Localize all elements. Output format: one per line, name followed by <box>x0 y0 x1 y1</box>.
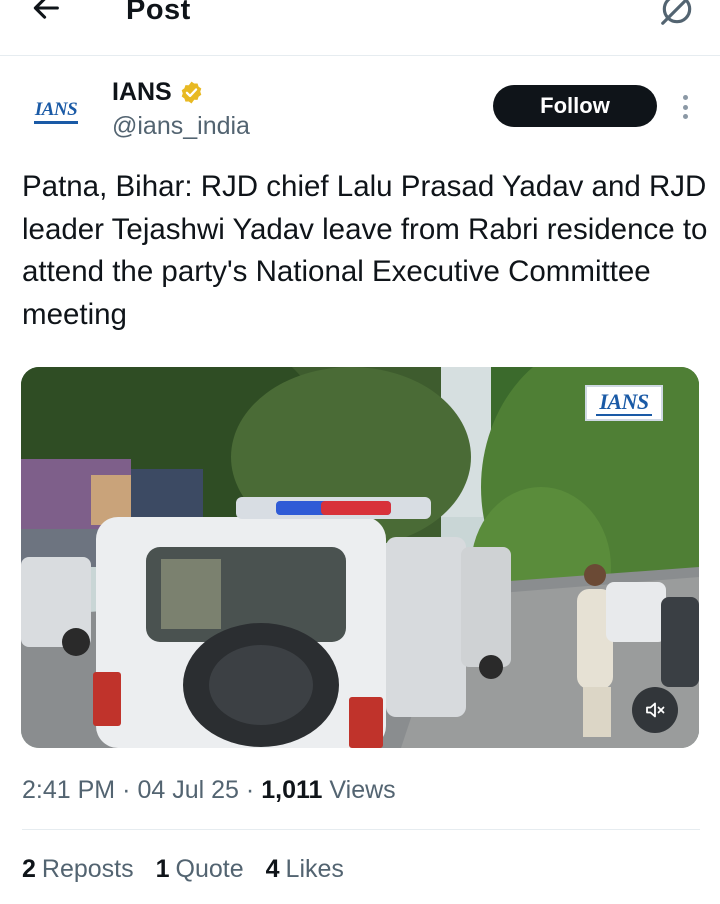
more-dot-icon <box>682 114 688 119</box>
top-bar: Post <box>0 0 720 56</box>
avatar-logo: IANS <box>34 99 78 120</box>
quotes-count: 1 <box>155 855 170 883</box>
post-meta: 2:41 PM · 04 Jul 25 · 1,011 Views <box>22 776 396 805</box>
quotes-stat[interactable]: 1 Quote <box>156 855 244 884</box>
likes-label: Likes <box>285 855 344 883</box>
views-count[interactable]: 1,011 <box>261 776 322 805</box>
likes-count: 4 <box>265 855 280 883</box>
author-display-name[interactable]: IANS <box>112 78 172 107</box>
speaker-muted-icon <box>646 702 665 718</box>
arrow-left-icon <box>33 0 59 19</box>
video-player[interactable]: IANS <box>21 367 699 748</box>
watermark-text: IANS <box>599 388 649 414</box>
post-text: Patna, Bihar: RJD chief Lalu Prasad Yada… <box>22 170 708 331</box>
page-title: Post <box>126 0 191 26</box>
views-label[interactable]: Views <box>329 776 395 805</box>
reposts-stat[interactable]: 2 Reposts <box>22 855 134 884</box>
verified-badge-icon <box>181 81 202 104</box>
avatar-logo-bar <box>34 121 78 124</box>
avatar[interactable]: IANS <box>22 78 90 146</box>
mute-button[interactable] <box>632 687 678 733</box>
more-options-button[interactable] <box>673 92 697 122</box>
ians-watermark: IANS <box>585 385 663 421</box>
author-name-row: IANS <box>112 78 204 107</box>
post-date[interactable]: 04 Jul 25 <box>137 776 238 805</box>
back-button[interactable] <box>22 0 70 32</box>
quotes-label: Quote <box>175 855 244 883</box>
watermark-bar <box>596 413 652 416</box>
divider <box>22 829 700 830</box>
more-dot-icon <box>682 95 688 100</box>
video-frame <box>21 367 699 748</box>
meta-separator: · <box>245 776 255 804</box>
more-dot-icon <box>682 104 688 110</box>
meta-separator: · <box>122 776 131 804</box>
grok-button[interactable] <box>654 0 700 32</box>
reposts-count: 2 <box>22 855 36 883</box>
engagement-stats: 2 Reposts 1 Quote 4 Likes <box>22 855 366 884</box>
post-time[interactable]: 2:41 PM <box>22 776 115 805</box>
reposts-label: Reposts <box>41 855 134 883</box>
grok-icon <box>661 0 692 25</box>
author-handle[interactable]: @ians_india <box>112 112 250 141</box>
likes-stat[interactable]: 4 Likes <box>266 855 344 884</box>
follow-button[interactable]: Follow <box>493 85 657 127</box>
